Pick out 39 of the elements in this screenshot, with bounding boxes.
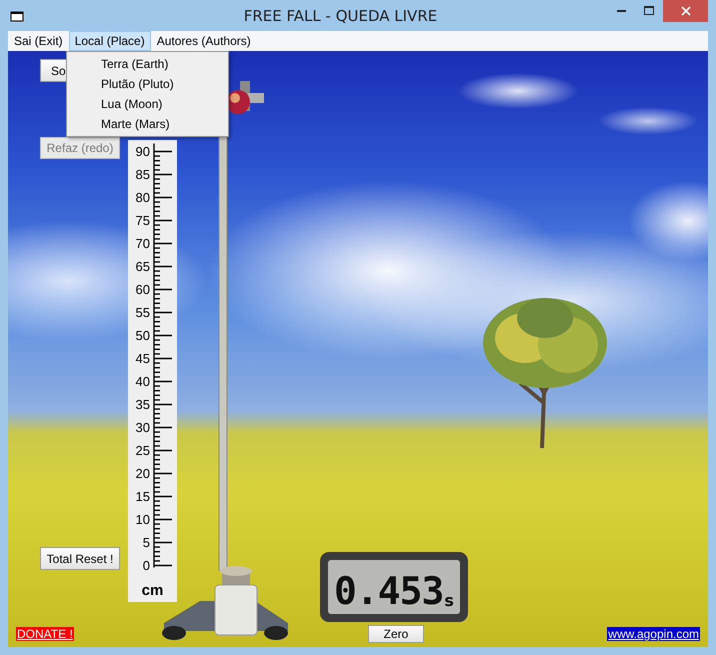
- scale-label: 50: [134, 328, 151, 343]
- scale-label: 15: [134, 489, 151, 504]
- menu-item[interactable]: Local (Place): [68, 31, 151, 51]
- scale-label: 80: [134, 190, 151, 205]
- timer-unit: s: [444, 591, 454, 610]
- dropdown-item[interactable]: Terra (Earth): [67, 54, 228, 74]
- scale-label: 75: [134, 213, 151, 228]
- maximize-icon: [643, 5, 655, 17]
- dropdown-item[interactable]: Plutão (Pluto): [67, 74, 228, 94]
- window-title: FREE FALL - QUEDA LIVRE: [242, 6, 438, 24]
- zero-button[interactable]: Zero: [368, 625, 424, 643]
- menu-item[interactable]: Sai (Exit): [8, 31, 69, 51]
- scale-label: 25: [134, 443, 151, 458]
- action-button[interactable]: Total Reset !: [40, 547, 120, 570]
- close-icon: [680, 5, 692, 17]
- donate-link[interactable]: DONATE !: [16, 627, 74, 641]
- scale-label: 55: [134, 305, 151, 320]
- timer-reading: 0.453: [334, 572, 444, 610]
- scale-label: 60: [134, 282, 151, 297]
- scale-label: 10: [134, 512, 151, 527]
- scale-label: 30: [134, 420, 151, 435]
- menu-item[interactable]: Autores (Authors): [150, 31, 257, 51]
- scale-label: 5: [142, 535, 151, 550]
- scale-label: 35: [134, 397, 151, 412]
- scale-label: 40: [134, 374, 151, 389]
- scale-label: 90: [134, 144, 151, 159]
- close-button[interactable]: [663, 0, 708, 22]
- scale-label: 85: [134, 167, 151, 182]
- dropdown-item[interactable]: Marte (Mars): [67, 114, 228, 134]
- website-link[interactable]: www.agopin.com: [607, 627, 700, 641]
- dropdown-item[interactable]: Lua (Moon): [67, 94, 228, 114]
- scale-label: 0: [142, 558, 151, 573]
- scale-label: 65: [134, 259, 151, 274]
- unit-label: cm: [142, 582, 164, 599]
- scale-label: 70: [134, 236, 151, 251]
- scale-label: 45: [134, 351, 151, 366]
- minimize-icon: [616, 10, 626, 12]
- scale-label: 20: [134, 466, 151, 481]
- app-icon: [10, 10, 24, 22]
